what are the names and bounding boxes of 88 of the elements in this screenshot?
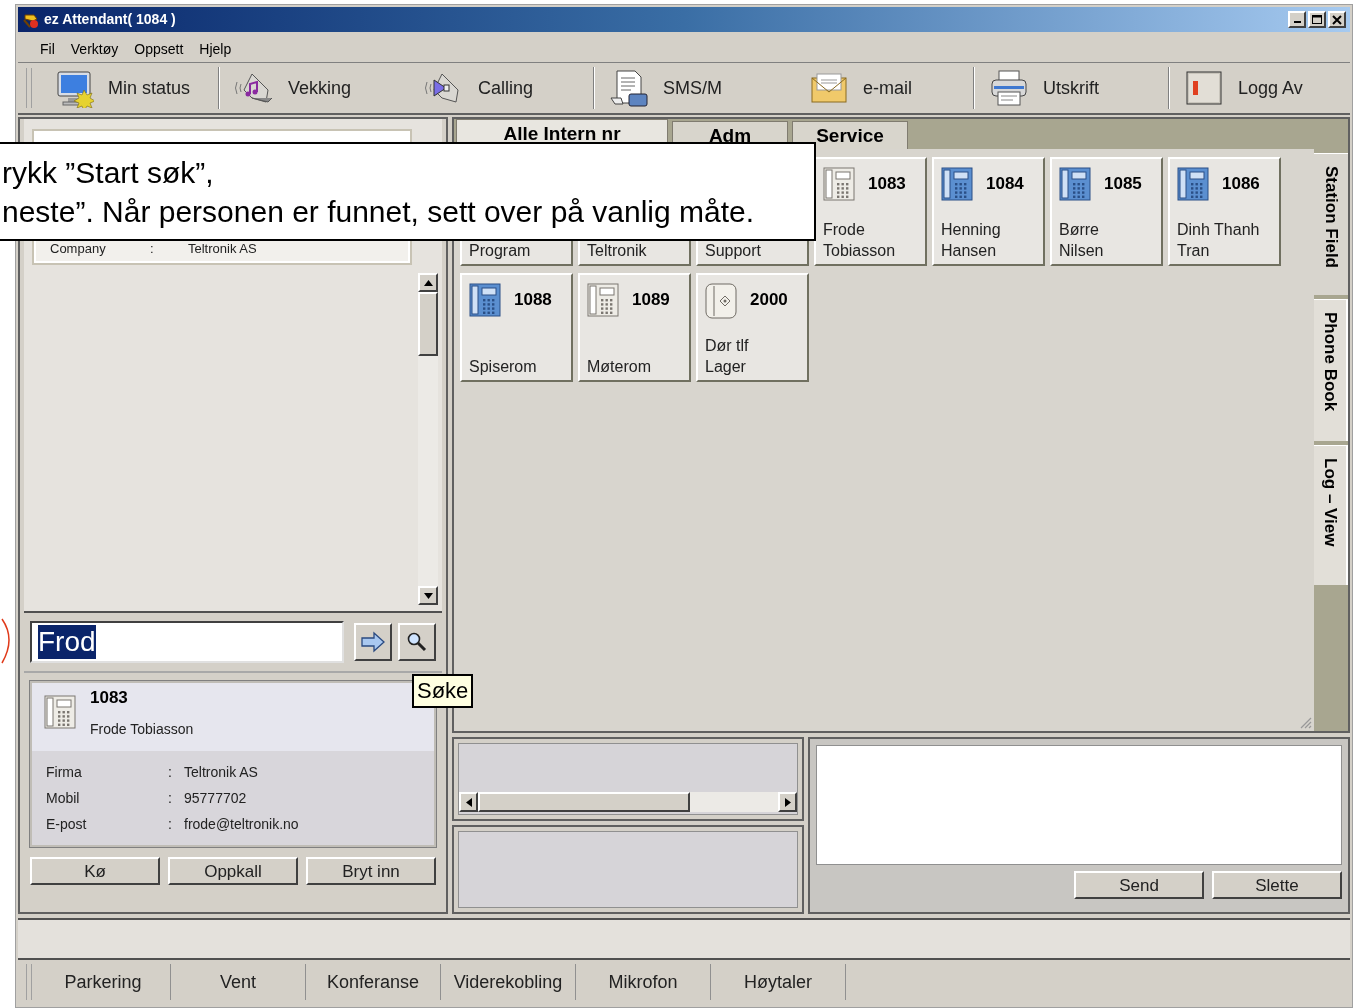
field-value: Teltronik AS: [188, 239, 257, 258]
callout-text: rykk ”Start søk”,: [2, 154, 215, 191]
call-action-button[interactable]: Kø: [30, 857, 160, 885]
horizontal-scrollbar[interactable]: [459, 792, 797, 812]
call-function-button[interactable]: Mikrofon: [576, 964, 711, 1000]
call-function-button[interactable]: Viderekobling: [441, 964, 576, 1000]
menu-item[interactable]: Oppsett: [134, 38, 184, 60]
menu-item[interactable]: Hjelp: [199, 38, 232, 60]
search-button[interactable]: [398, 623, 436, 661]
arrow-right-icon: [360, 631, 387, 653]
station-button[interactable]: 1089 Møterom: [578, 273, 691, 382]
window-title: ez Attendant( 1084 ): [44, 10, 177, 29]
field-label: Company: [50, 239, 107, 258]
message-button[interactable]: Send: [1074, 871, 1204, 899]
call-action-button[interactable]: Bryt inn: [306, 857, 436, 885]
door-phone-icon: [705, 283, 737, 319]
side-tab[interactable]: Station Field: [1314, 153, 1348, 295]
callout-text: neste”. Når personen er funnet, sett over på vanlig måte.: [2, 193, 756, 230]
call-function-button[interactable]: Parkering: [36, 964, 171, 1000]
station-button[interactable]: 2000 Dør tlf Lager: [696, 273, 809, 382]
call-function-button[interactable]: Konferanse: [306, 964, 441, 1000]
contact-name: Frode Tobiasson: [90, 720, 194, 739]
scroll-thumb[interactable]: [418, 292, 438, 356]
maximize-button[interactable]: [1308, 11, 1326, 28]
separator-text: :: [168, 815, 173, 833]
call-action-button[interactable]: Oppkall: [168, 857, 298, 885]
field-value: Teltronik AS: [184, 763, 258, 781]
extension-number: 1083: [90, 689, 129, 707]
station-button[interactable]: 1086 Dinh Thanh Tran: [1168, 157, 1281, 266]
close-button[interactable]: [1328, 11, 1346, 28]
toolbar-button[interactable]: Calling: [414, 65, 589, 111]
close-icon: [1332, 14, 1342, 25]
station-button[interactable]: 1083 Frode Tobiasson: [814, 157, 927, 266]
toolbar-button[interactable]: Utskrift: [979, 65, 1164, 111]
desk-phone-icon: [1059, 167, 1091, 201]
toolbar-button[interactable]: e-mail: [799, 65, 969, 111]
scroll-right-button[interactable]: [778, 792, 797, 812]
field-label: Mobil: [46, 789, 81, 807]
call-function-button[interactable]: Høytaler: [711, 964, 846, 1000]
tooltip: Søke: [412, 674, 474, 708]
field-label: E-post: [46, 815, 88, 833]
call-function-button[interactable]: Vent: [171, 964, 306, 1000]
left-arrow-icon: [465, 797, 472, 807]
field-label: Firma: [46, 763, 83, 781]
desk-phone-icon: [44, 695, 76, 729]
vertical-scrollbar[interactable]: [418, 273, 438, 605]
printer-icon: [989, 68, 1029, 108]
side-tab[interactable]: Phone Book: [1314, 299, 1348, 441]
station-button[interactable]: 1088 Spiserom: [460, 273, 573, 382]
desk-phone-icon: [1177, 167, 1209, 201]
desk-phone-icon: [823, 167, 855, 201]
maximize-icon: [1312, 15, 1322, 24]
field-value: 95777702: [184, 789, 247, 807]
desk-phone-icon: [587, 283, 619, 317]
separator-text: :: [168, 789, 173, 807]
desk-phone-icon: [941, 167, 973, 201]
separator-text: :: [168, 763, 173, 781]
field-value: frode@teltronik.no: [184, 815, 299, 833]
search-icon: [406, 631, 429, 653]
down-arrow-icon: [423, 592, 433, 599]
side-tab[interactable]: Log – View: [1314, 445, 1348, 585]
station-button[interactable]: 1085 Børre Nilsen: [1050, 157, 1163, 266]
tab[interactable]: Service: [792, 121, 908, 149]
toolbar-button[interactable]: Logg Av: [1174, 65, 1344, 111]
toolbar-button[interactable]: Vekking: [224, 65, 414, 111]
desk-phone-icon: [469, 283, 501, 317]
power-switch-icon: [1184, 68, 1224, 108]
toolbar-button[interactable]: SMS/M: [599, 65, 799, 111]
scroll-up-button[interactable]: [418, 273, 438, 292]
resize-grip-icon: [1298, 715, 1312, 729]
station-button[interactable]: 1084 Henning Hansen: [932, 157, 1045, 266]
go-button[interactable]: [354, 623, 393, 661]
right-arrow-icon: [784, 797, 791, 807]
minimize-icon: [1293, 21, 1301, 23]
up-arrow-icon: [423, 279, 433, 286]
document-fax-icon: [609, 68, 649, 108]
scroll-left-button[interactable]: [459, 792, 478, 812]
scroll-down-button[interactable]: [418, 586, 438, 605]
monitor-icon: [54, 68, 94, 108]
menu-item[interactable]: Fil: [40, 38, 55, 60]
scroll-thumb[interactable]: [478, 792, 690, 812]
minimize-button[interactable]: [1288, 11, 1306, 28]
message-button[interactable]: Slette: [1212, 871, 1342, 899]
message-field[interactable]: [816, 745, 1342, 865]
separator-text: :: [150, 239, 155, 258]
menu-item[interactable]: Verktøy: [70, 38, 119, 60]
toolbar-button[interactable]: Min status: [44, 65, 214, 111]
search-field[interactable]: Frod: [30, 621, 345, 663]
